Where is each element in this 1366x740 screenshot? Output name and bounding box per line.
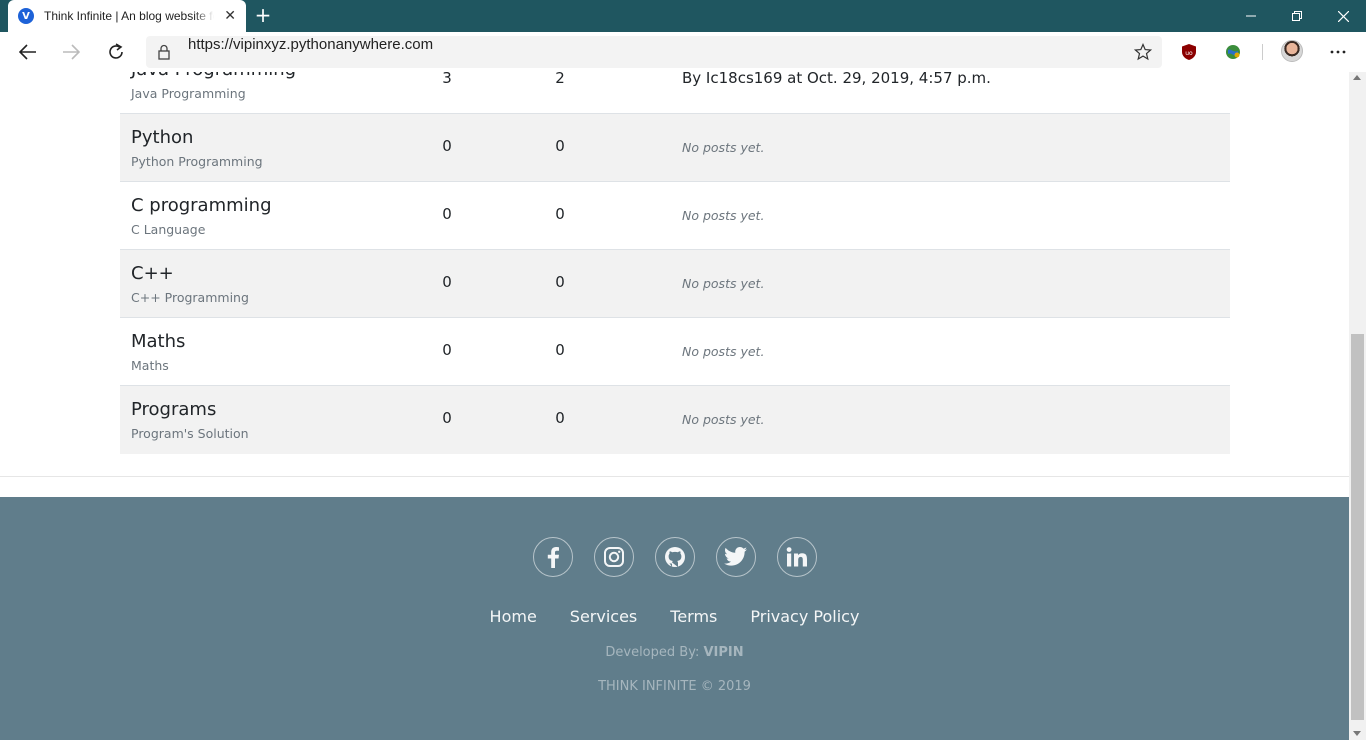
copyright-text: THINK INFINITE © 2019: [598, 679, 751, 694]
category-title[interactable]: Java Programming: [131, 72, 296, 80]
post-count: 0: [442, 205, 452, 223]
developed-by-label: Developed By:: [605, 645, 700, 660]
last-post: No posts yet.: [682, 208, 765, 223]
table-row: Maths Maths 0 0 No posts yet.: [120, 318, 1230, 386]
footer-link-services[interactable]: Services: [570, 607, 637, 626]
table-row: Java Programming Java Programming 3 2 By…: [120, 72, 1230, 114]
post-count: 0: [442, 341, 452, 359]
table-row: Programs Program's Solution 0 0 No posts…: [120, 386, 1230, 454]
category-title[interactable]: Programs: [131, 399, 216, 420]
footer-link-terms[interactable]: Terms: [670, 607, 717, 626]
browser-toolbar: https://vipinxyz.pythonanywhere.com uo: [0, 32, 1366, 72]
profile-avatar[interactable]: [1281, 40, 1303, 62]
github-icon[interactable]: [654, 537, 695, 577]
site-footer: Home Services Terms Privacy Policy Devel…: [0, 497, 1349, 740]
back-arrow-icon[interactable]: [12, 36, 44, 68]
category-description: Java Programming: [131, 86, 246, 101]
category-description: Program's Solution: [131, 426, 249, 441]
last-post: No posts yet.: [682, 276, 765, 291]
category-description: Maths: [131, 358, 169, 373]
topic-count: 0: [555, 205, 565, 223]
tab-title: Think Infinite | An blog website for: [44, 9, 214, 23]
last-post: By Ic18cs169 at Oct. 29, 2019, 4:57 p.m.: [682, 72, 991, 87]
table-row: C programming C Language 0 0 No posts ye…: [120, 182, 1230, 250]
restore-icon[interactable]: [1274, 0, 1320, 32]
category-table: Java Programming Java Programming 3 2 By…: [120, 72, 1230, 454]
favorite-star-icon[interactable]: [1133, 42, 1153, 65]
category-title[interactable]: Python: [131, 127, 193, 148]
category-description: Python Programming: [131, 154, 263, 169]
more-menu-icon[interactable]: [1322, 36, 1354, 68]
browser-tab[interactable]: V Think Infinite | An blog website for ✕: [8, 0, 246, 32]
social-links: [0, 537, 1349, 577]
address-bar[interactable]: https://vipinxyz.pythonanywhere.com: [146, 36, 1162, 68]
linkedin-icon[interactable]: [776, 537, 817, 577]
vimeo-favicon-icon: V: [18, 8, 34, 24]
ublock-icon[interactable]: uo: [1173, 36, 1205, 68]
toolbar-separator: [1262, 44, 1263, 60]
last-post: No posts yet.: [682, 140, 765, 155]
table-row: Python Python Programming 0 0 No posts y…: [120, 114, 1230, 182]
topic-count: 0: [555, 341, 565, 359]
post-count: 0: [442, 273, 452, 291]
extension-globe-icon[interactable]: [1217, 36, 1249, 68]
facebook-icon[interactable]: [532, 537, 573, 577]
scroll-up-arrow-icon[interactable]: [1353, 75, 1361, 80]
topic-count: 2: [555, 72, 565, 87]
content-divider: [0, 476, 1349, 477]
footer-link-privacy-policy[interactable]: Privacy Policy: [750, 607, 859, 626]
tab-close-icon[interactable]: ✕: [224, 8, 236, 24]
instagram-icon[interactable]: [593, 537, 634, 577]
twitter-icon[interactable]: [715, 537, 756, 577]
post-count: 0: [442, 137, 452, 155]
scroll-down-arrow-icon[interactable]: [1353, 731, 1361, 736]
forward-arrow-icon[interactable]: [55, 36, 87, 68]
footer-nav: Home Services Terms Privacy Policy: [0, 607, 1349, 626]
lock-icon: [158, 44, 170, 64]
url-text[interactable]: https://vipinxyz.pythonanywhere.com: [188, 36, 433, 68]
refresh-icon[interactable]: [100, 36, 132, 68]
last-post: No posts yet.: [682, 344, 765, 359]
last-post: No posts yet.: [682, 412, 765, 427]
post-count: 3: [442, 72, 452, 87]
category-title[interactable]: C programming: [131, 195, 272, 216]
category-description: C++ Programming: [131, 290, 249, 305]
category-description: C Language: [131, 222, 206, 237]
page-scrollbar[interactable]: [1349, 72, 1366, 740]
developer-name: VIPIN: [703, 645, 744, 660]
developer-credit: Developed By: VIPIN: [0, 645, 1349, 660]
table-row: C++ C++ Programming 0 0 No posts yet.: [120, 250, 1230, 318]
footer-link-home[interactable]: Home: [490, 607, 537, 626]
scrollbar-thumb[interactable]: [1351, 334, 1364, 720]
new-tab-icon[interactable]: +: [254, 4, 272, 28]
topic-count: 0: [555, 409, 565, 427]
minimize-icon[interactable]: [1228, 0, 1274, 32]
category-title[interactable]: Maths: [131, 331, 185, 352]
topic-count: 0: [555, 273, 565, 291]
browser-titlebar: V Think Infinite | An blog website for ✕…: [0, 0, 1366, 32]
page-viewport: Java Programming Java Programming 3 2 By…: [0, 72, 1349, 740]
svg-text:uo: uo: [1185, 50, 1193, 57]
category-title[interactable]: C++: [131, 263, 174, 284]
topic-count: 0: [555, 137, 565, 155]
close-window-icon[interactable]: [1320, 0, 1366, 32]
post-count: 0: [442, 409, 452, 427]
